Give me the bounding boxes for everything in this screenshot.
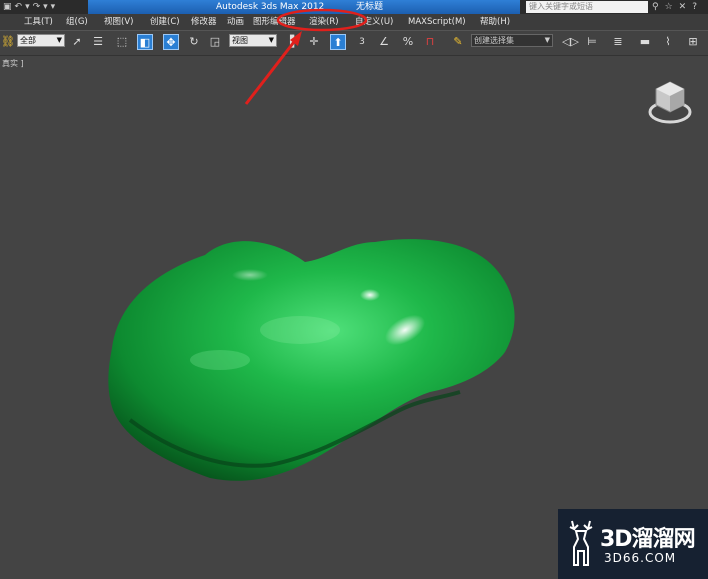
watermark-title: 3D溜溜网 [600,527,696,552]
viewport-scene[interactable] [0,0,708,579]
watermark: 3D溜溜网 3D66.COM [558,509,708,579]
deer-logo-icon [569,520,593,566]
watermark-url: 3D66.COM [604,551,677,565]
jade-stone[interactable] [108,239,515,481]
